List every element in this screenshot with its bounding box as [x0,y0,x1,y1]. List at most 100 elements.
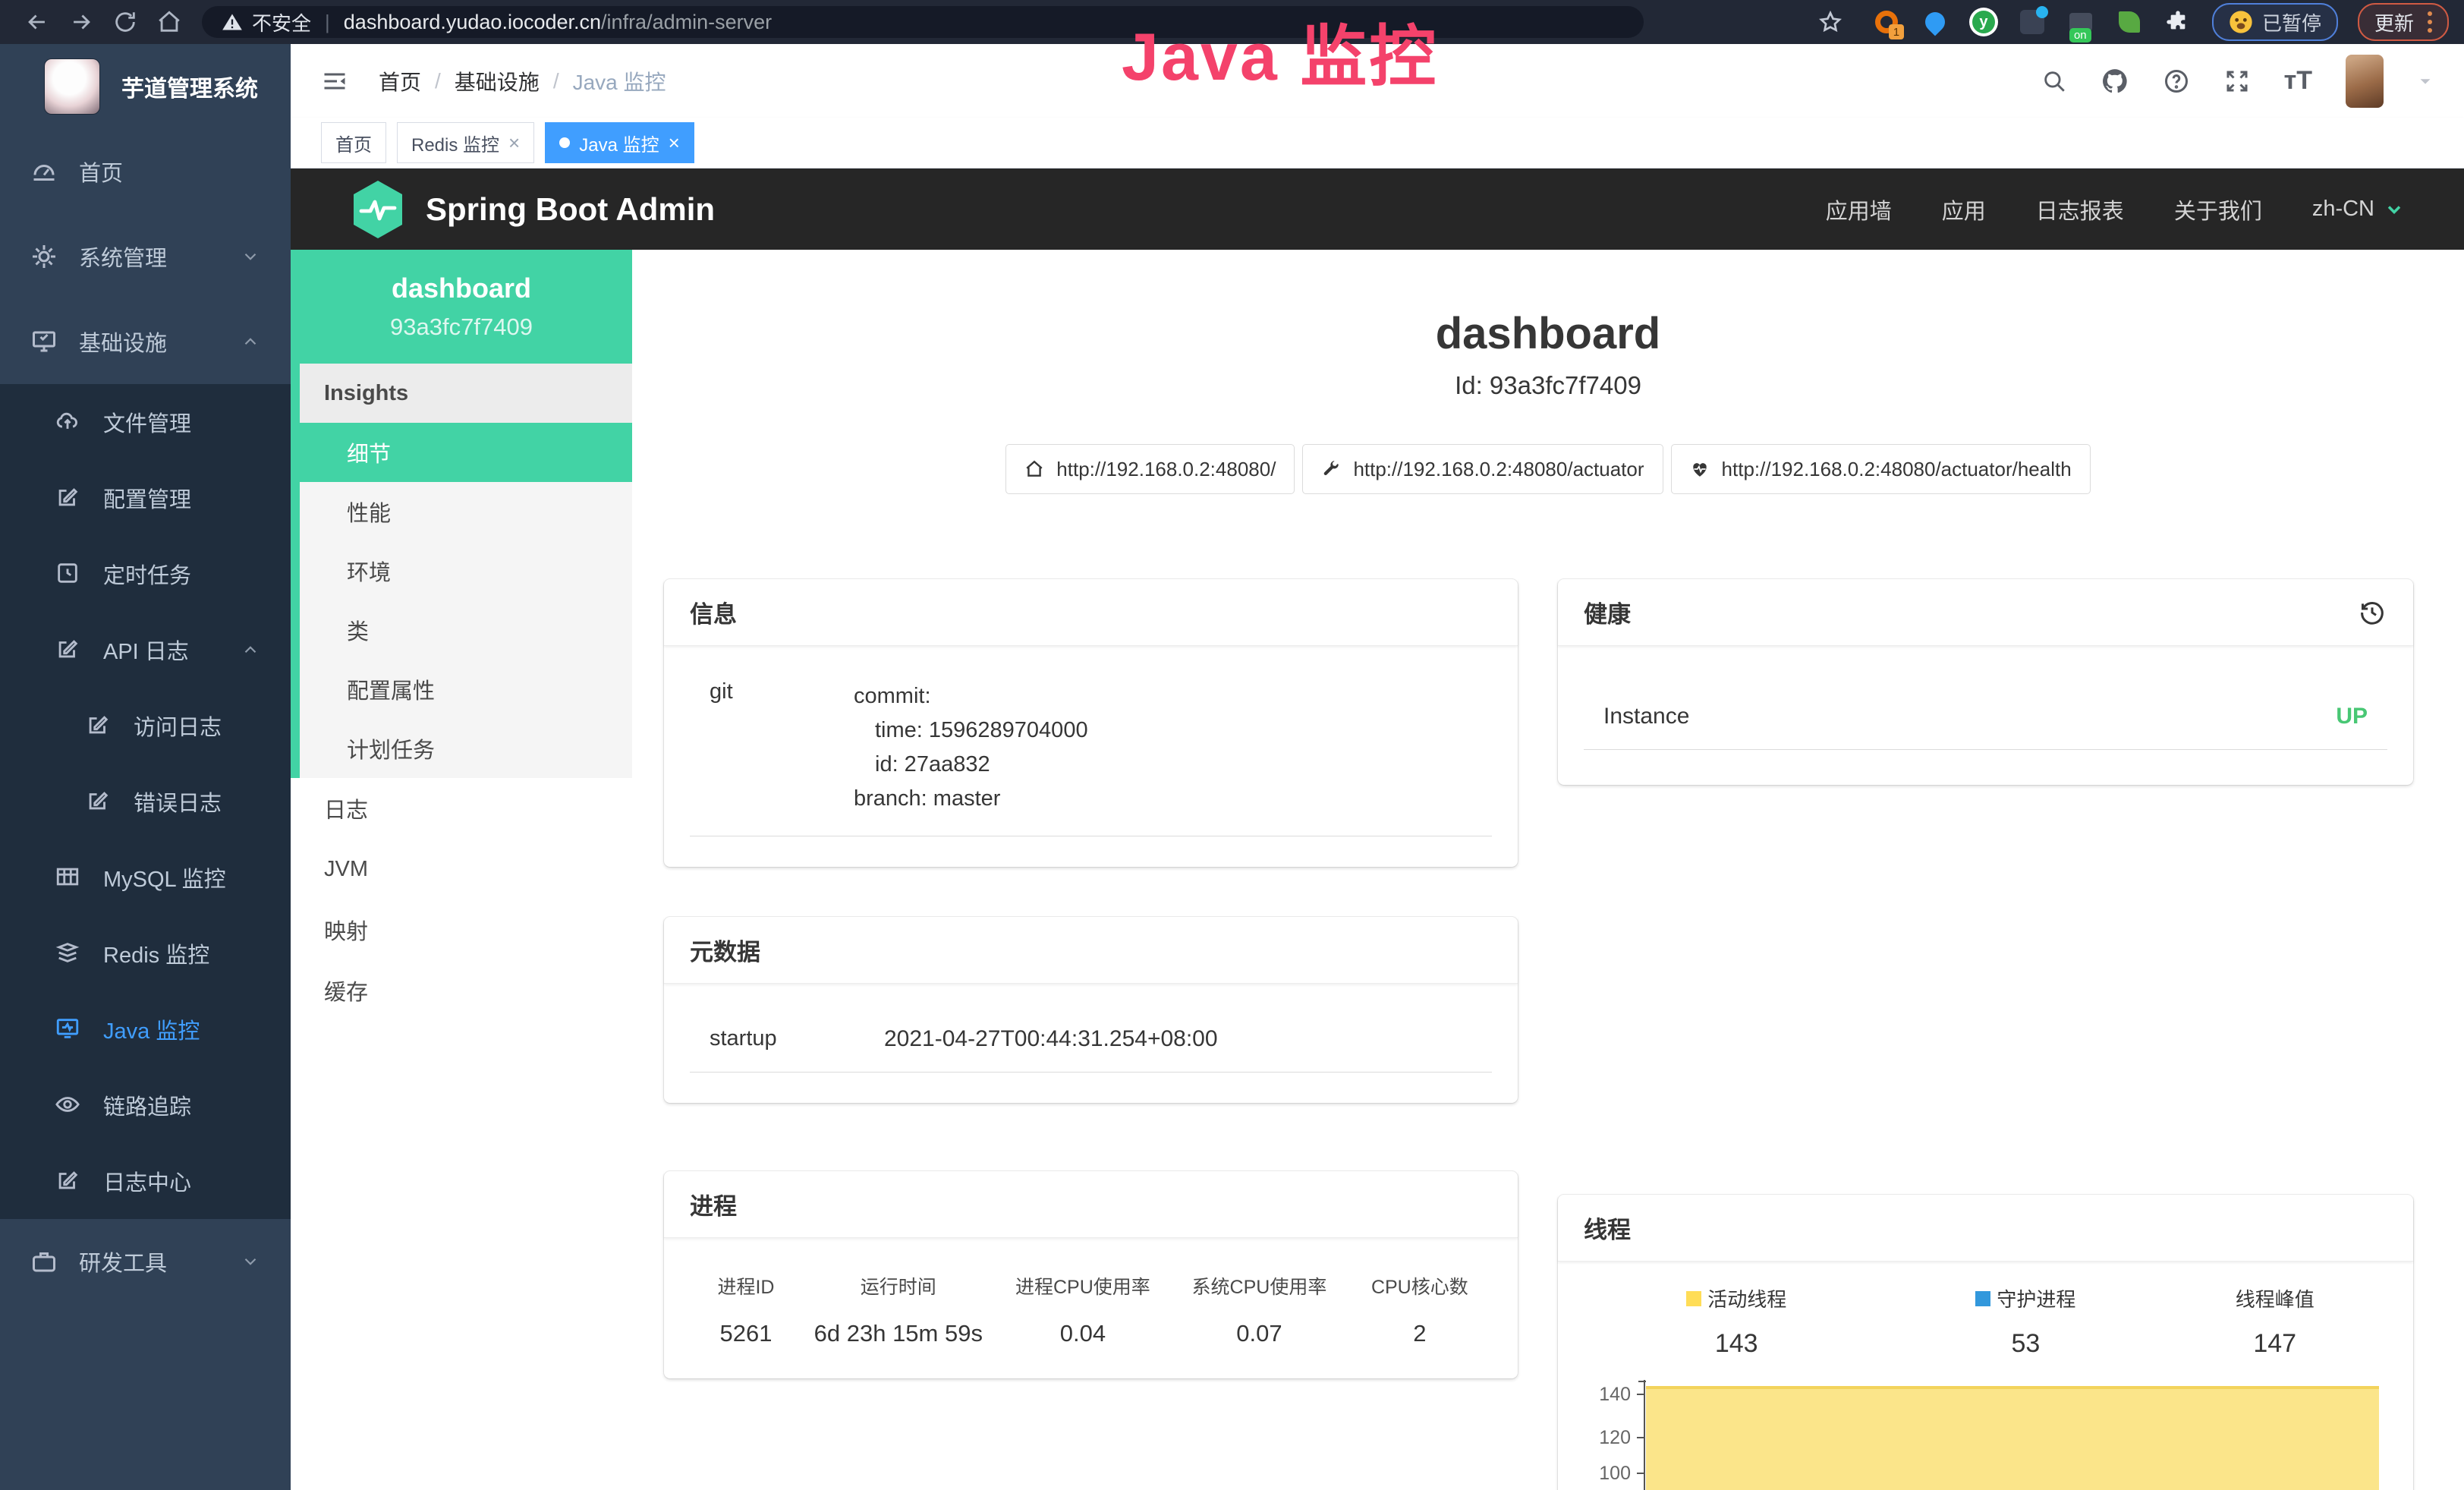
sidebar-item-access-log[interactable]: 访问日志 [0,688,291,764]
app-sidebar: 芋道管理系统 首页 系统管理 基础设施 文件管理 配置管理 定时任务 API 日… [0,44,291,1490]
browser-home-icon[interactable] [147,5,191,39]
locale-selector[interactable]: zh-CN [2312,197,2405,222]
browser-reload-icon[interactable] [103,5,147,39]
browser-update-button[interactable]: 更新 [2358,3,2449,41]
sba-item-caches[interactable]: 缓存 [291,960,632,1021]
health-url-button[interactable]: http://192.168.0.2:48080/actuator/health [1671,444,2091,494]
annotation-java-monitor: Java 监控 [1122,3,1438,99]
sidebar-item-config-mgmt[interactable]: 配置管理 [0,460,291,536]
emoji-face-icon [2229,10,2253,34]
sidebar-item-infra[interactable]: 基础设施 [0,299,291,384]
chevron-down-icon [241,1252,260,1271]
url-path: /infra/admin-server [601,11,772,34]
profile-paused-chip[interactable]: 已暂停 [2212,3,2338,41]
close-icon[interactable]: × [508,131,520,155]
close-icon[interactable]: × [669,131,680,155]
breadcrumb: 首页 / 基础设施 / Java 监控 [379,66,666,96]
sba-nav-journal[interactable]: 日志报表 [2036,194,2124,225]
help-icon[interactable] [2163,68,2190,95]
tags-view-bar: 首页 Redis 监控 × Java 监控 × [291,118,2464,169]
redis-stack-icon [55,940,82,967]
actuator-url-button[interactable]: http://192.168.0.2:48080/actuator [1302,444,1663,494]
history-icon[interactable] [2357,597,2387,628]
sidebar-item-system[interactable]: 系统管理 [0,214,291,299]
dashboard-icon [30,158,58,185]
sba-item-classes[interactable]: 类 [300,600,632,660]
sidebar-item-mysql-monitor[interactable]: MySQL 监控 [0,840,291,915]
sba-nav-about[interactable]: 关于我们 [2174,194,2262,225]
sidebar-item-home[interactable]: 首页 [0,129,291,214]
legend-live-threads[interactable]: 活动线程 [1686,1284,1786,1312]
tab-home[interactable]: 首页 [321,122,386,163]
instance-header[interactable]: dashboard 93a3fc7f7409 [291,250,632,364]
info-panel: 信息 git commit: time: 1596289704000 id: 2… [664,579,1518,867]
sba-item-metrics[interactable]: 性能 [300,482,632,541]
sidebar-item-api-log[interactable]: API 日志 [0,612,291,688]
service-url-button[interactable]: http://192.168.0.2:48080/ [1005,444,1295,494]
legend-daemon-threads[interactable]: 守护进程 [1975,1284,2075,1312]
sba-hexagon-logo-icon [350,179,406,240]
browser-menu-icon[interactable] [2428,11,2432,33]
table-row: 5261 6d 23h 15m 59s 0.04 0.07 2 [690,1319,1492,1348]
extensions-puzzle-icon[interactable] [2163,8,2192,36]
user-avatar[interactable] [2346,55,2384,108]
sba-item-details[interactable]: 细节 [300,423,632,482]
sba-navbar: Spring Boot Admin 应用墙 应用 日志报表 关于我们 zh-CN [291,169,2464,250]
sidebar-item-error-log[interactable]: 错误日志 [0,764,291,840]
threads-panel-title: 线程 [1558,1195,2413,1262]
extension-on-badge-icon[interactable]: on [2066,8,2095,36]
fullscreen-icon[interactable] [2223,68,2251,95]
caret-down-icon[interactable] [2417,73,2434,90]
sidebar-item-scheduled-jobs[interactable]: 定时任务 [0,536,291,612]
extension-orange-icon[interactable]: 1 [1872,8,1901,36]
sba-item-jvm[interactable]: JVM [291,839,632,899]
col-header: CPU核心数 [1348,1271,1492,1319]
tab-java-monitor[interactable]: Java 监控 × [545,122,694,163]
active-tab-dot [559,137,570,148]
extension-grid-icon[interactable] [2018,8,2047,36]
sba-main: dashboard Id: 93a3fc7f7409 http://192.16… [632,250,2464,1490]
browser-forward-icon[interactable] [59,5,103,39]
sidebar-item-file-mgmt[interactable]: 文件管理 [0,384,291,460]
browser-back-icon[interactable] [15,5,59,39]
font-size-icon[interactable]: ᴛT [2284,66,2312,96]
process-id: 5261 [690,1319,802,1348]
url-divider: | [325,11,330,34]
hamburger-icon[interactable] [321,68,348,95]
sba-item-environment[interactable]: 环境 [300,541,632,600]
health-instance-row: Instance UP [1584,690,2387,729]
sidebar-item-java-monitor[interactable]: Java 监控 [0,991,291,1067]
sidebar-item-dev-tools[interactable]: 研发工具 [0,1219,291,1304]
sidebar-item-redis-monitor[interactable]: Redis 监控 [0,915,291,991]
extension-pin-icon[interactable] [1921,8,1949,36]
divider [1584,749,2387,750]
sba-item-logs[interactable]: 日志 [291,778,632,839]
briefcase-icon [30,1248,58,1275]
extension-green-y-icon[interactable]: y [1969,8,1998,36]
gear-icon [30,243,58,270]
bookmark-star-icon[interactable] [1808,5,1852,39]
sba-item-config-props[interactable]: 配置属性 [300,660,632,719]
chevron-down-icon [2384,199,2405,220]
sidebar-item-log-center[interactable]: 日志中心 [0,1143,291,1219]
extension-leaf-icon[interactable] [2115,8,2144,36]
sba-item-scheduled-tasks[interactable]: 计划任务 [300,719,632,778]
instance-id: 93a3fc7f7409 [291,313,632,341]
github-icon[interactable] [2101,67,2129,96]
paused-label: 已暂停 [2262,8,2321,36]
legend-swatch-yellow [1686,1291,1701,1306]
sba-item-mappings[interactable]: 映射 [291,899,632,960]
breadcrumb-infra[interactable]: 基础设施 [455,66,540,96]
edit-icon [55,636,82,663]
process-table: 进程ID 运行时间 进程CPU使用率 系统CPU使用率 CPU核心数 5261 … [690,1271,1492,1348]
metadata-key: startup [690,1026,884,1052]
sba-brand[interactable]: Spring Boot Admin [350,179,715,240]
sba-nav-applications[interactable]: 应用 [1942,194,1986,225]
sidebar-item-tracing[interactable]: 链路追踪 [0,1067,291,1143]
app-logo-row[interactable]: 芋道管理系统 [0,44,291,129]
heartbeat-icon [1690,459,1710,479]
sba-nav-wallboard[interactable]: 应用墙 [1826,194,1892,225]
tab-redis-monitor[interactable]: Redis 监控 × [397,122,534,163]
search-icon[interactable] [2041,68,2067,94]
breadcrumb-home[interactable]: 首页 [379,66,421,96]
